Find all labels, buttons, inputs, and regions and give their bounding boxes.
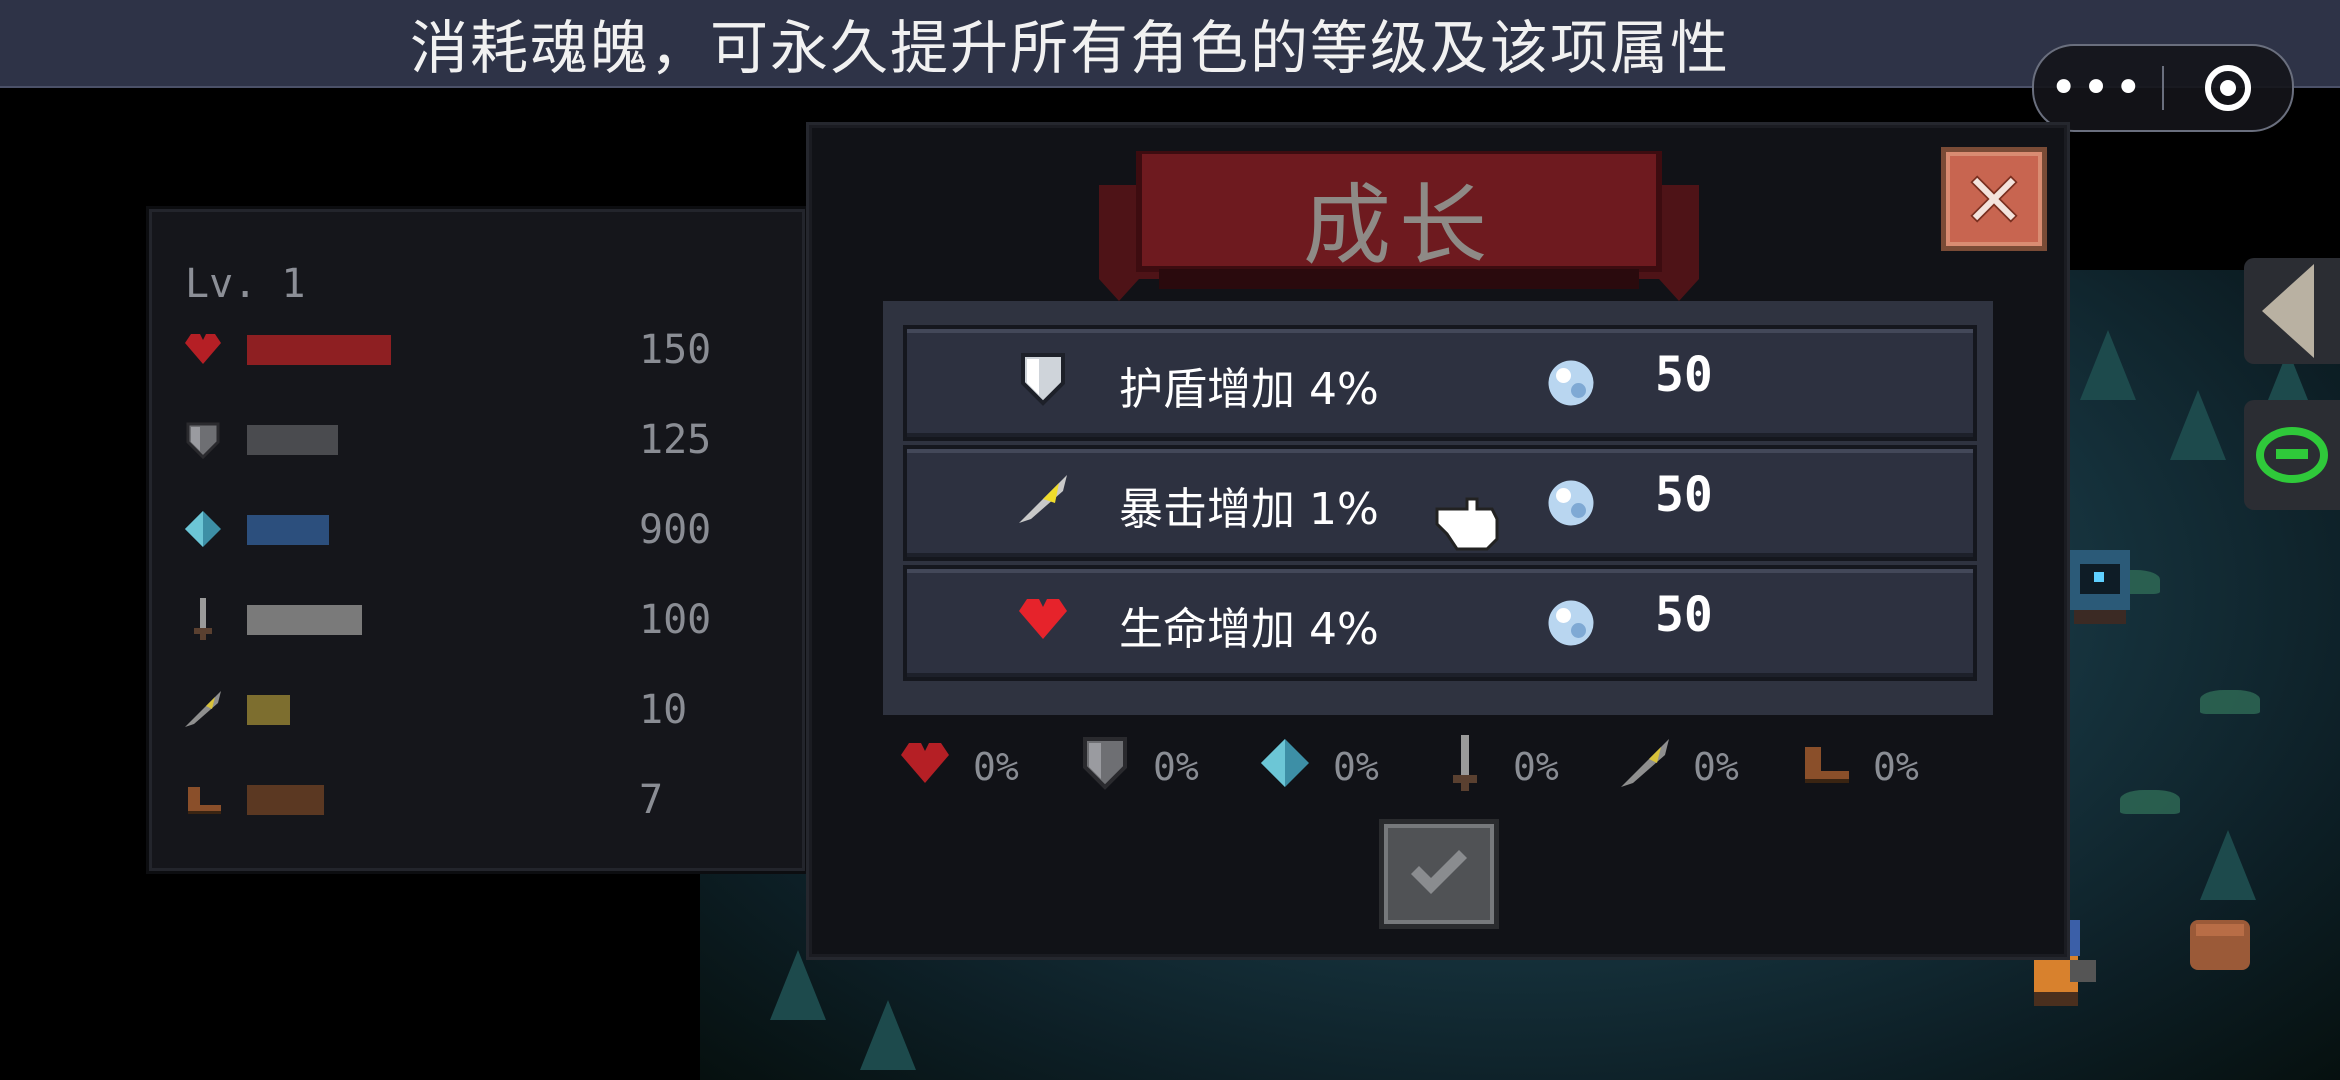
bonus-shield: 0% <box>1073 725 1253 805</box>
stat-row-speed: 7 <box>179 769 779 829</box>
stat-row-shield: 125 <box>179 409 779 469</box>
side-view-button[interactable] <box>2244 400 2340 510</box>
bonus-value: 0% <box>1693 745 1739 789</box>
stat-bar-energy <box>247 515 329 545</box>
diamond-icon <box>1261 739 1309 787</box>
upgrade-option-health[interactable]: 生命增加 4% 50 <box>903 565 1977 681</box>
crit-feather-icon <box>1019 475 1067 523</box>
checkmark-icon <box>1411 850 1467 894</box>
character-stats-panel: Lv. 1 150 125 900 100 10 7 <box>146 206 808 874</box>
pointing-hand-icon <box>1435 497 1499 551</box>
tree-decoration <box>770 950 826 1020</box>
grass-decoration <box>2200 690 2260 714</box>
crit-feather-icon <box>1621 739 1669 787</box>
stat-row-attack: 100 <box>179 589 779 649</box>
stat-value-energy: 900 <box>639 507 712 553</box>
shield-icon <box>1021 353 1065 406</box>
stat-row-health: 150 <box>179 319 779 379</box>
sword-icon <box>194 598 212 640</box>
level-label: Lv. 1 <box>185 261 306 307</box>
heart-icon <box>185 334 221 364</box>
tree-decoration <box>2170 390 2226 460</box>
stat-value-speed: 7 <box>639 777 664 823</box>
upgrade-options-list: 护盾增加 4% 50 暴击增加 1% 50 生命增加 4% 50 <box>883 301 1993 715</box>
soul-gem-icon <box>1548 480 1594 526</box>
diamond-icon <box>185 511 221 547</box>
stat-row-energy: 900 <box>179 499 779 559</box>
bonus-value: 0% <box>973 745 1019 789</box>
option-cost: 50 <box>1655 467 1713 523</box>
option-label: 暴击增加 1% <box>1119 484 1379 535</box>
banner-text: 消耗魂魄，可永久提升所有角色的等级及该项属性 <box>409 14 1730 82</box>
soul-gem-icon <box>1548 360 1594 406</box>
bonus-value: 0% <box>1513 745 1559 789</box>
stat-row-crit: 10 <box>179 679 779 739</box>
sword-icon <box>1453 735 1477 791</box>
bonus-attack: 0% <box>1433 725 1613 805</box>
shield-icon <box>1083 737 1127 790</box>
upgrade-option-shield[interactable]: 护盾增加 4% 50 <box>903 325 1977 441</box>
bonus-value: 0% <box>1153 745 1199 789</box>
side-collapse-button[interactable] <box>2244 258 2340 364</box>
tree-decoration <box>2080 330 2136 400</box>
bonus-summary-row: 0% 0% 0% 0% 0% 0% <box>893 725 1993 805</box>
bonus-energy: 0% <box>1253 725 1433 805</box>
option-label: 生命增加 4% <box>1119 604 1379 655</box>
option-cost: 50 <box>1655 347 1713 403</box>
heart-icon <box>1019 599 1067 639</box>
stat-bar-speed <box>247 785 324 815</box>
more-dots-icon[interactable]: ••• <box>2034 46 2162 130</box>
stat-value-crit: 10 <box>639 687 688 733</box>
close-button[interactable] <box>1941 147 2047 251</box>
boot-icon <box>1805 747 1849 783</box>
tree-decoration <box>860 1000 916 1070</box>
top-hint-banner: 消耗魂魄，可永久提升所有角色的等级及该项属性 <box>0 0 2340 88</box>
left-arrow-icon <box>2262 264 2314 358</box>
bonus-value: 0% <box>1873 745 1919 789</box>
stat-value-health: 150 <box>639 327 712 373</box>
tree-stump <box>2190 920 2250 970</box>
tree-decoration <box>2200 830 2256 900</box>
boot-icon <box>188 787 221 814</box>
bonus-speed: 0% <box>1793 725 1973 805</box>
bonus-value: 0% <box>1333 745 1379 789</box>
heart-icon <box>901 743 949 783</box>
grass-decoration <box>2120 790 2180 814</box>
hooded-monster-sprite <box>2070 550 2130 624</box>
stat-value-attack: 100 <box>639 597 712 643</box>
stat-bar-health <box>247 335 391 365</box>
stat-value-shield: 125 <box>639 417 712 463</box>
close-icon <box>1970 175 2018 223</box>
dialog-title: 成长 <box>1302 174 1495 277</box>
stat-bar-attack <box>247 605 362 635</box>
mini-program-capsule: ••• <box>2032 44 2294 132</box>
bonus-crit: 0% <box>1613 725 1793 805</box>
option-label: 护盾增加 4% <box>1119 364 1379 415</box>
stat-bar-crit <box>247 695 290 725</box>
eye-icon <box>2256 427 2328 483</box>
soul-gem-icon <box>1548 600 1594 646</box>
confirm-button[interactable] <box>1379 819 1499 929</box>
bonus-health: 0% <box>893 725 1073 805</box>
stat-bar-shield <box>247 425 338 455</box>
shield-icon <box>186 422 220 460</box>
target-circle-icon[interactable] <box>2164 63 2292 113</box>
growth-dialog: 成长 护盾增加 4% 50 暴击增加 1% 50 生命增加 4% 50 0% 0… <box>806 122 2070 960</box>
option-cost: 50 <box>1655 587 1713 643</box>
crit-feather-icon <box>185 691 221 727</box>
